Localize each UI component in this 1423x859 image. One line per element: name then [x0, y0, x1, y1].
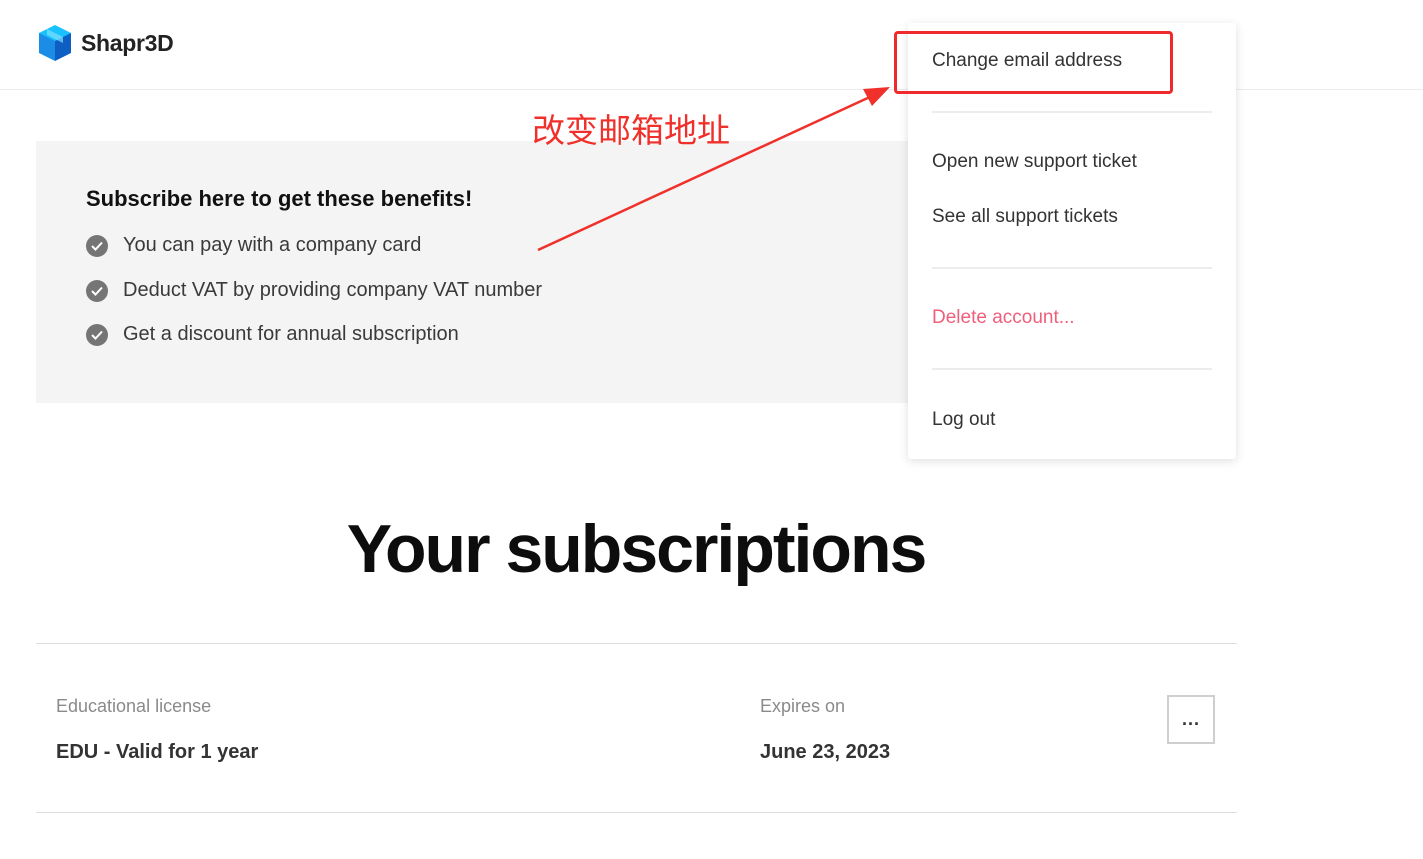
license-type-value: EDU - Valid for 1 year — [56, 741, 259, 763]
benefits-title: Subscribe here to get these benefits! — [86, 186, 473, 211]
expires-value: June 23, 2023 — [760, 741, 891, 763]
brand-name: Shapr3D — [81, 29, 174, 56]
check-circle-icon — [86, 234, 108, 257]
benefit-item: Get a discount for annual subscription — [86, 323, 459, 346]
license-type-label: Educational license — [56, 696, 212, 716]
divider — [36, 812, 1237, 813]
benefit-label: You can pay with a company card — [123, 234, 422, 256]
check-circle-icon — [86, 323, 108, 346]
shapr3d-logo-icon — [36, 24, 74, 62]
more-options-button[interactable]: ... — [1167, 695, 1215, 744]
expires-label: Expires on — [760, 696, 846, 716]
menu-item-see-support-tickets[interactable]: See all support tickets — [932, 206, 1118, 228]
brand-logo[interactable]: Shapr3D — [36, 24, 174, 62]
menu-divider — [932, 267, 1212, 269]
menu-item-delete-account[interactable]: Delete account... — [932, 307, 1075, 329]
page-title: Your subscriptions — [346, 511, 928, 587]
menu-item-log-out[interactable]: Log out — [932, 409, 995, 431]
menu-divider — [932, 368, 1212, 370]
account-dropdown-menu: Change email address Open new support ti… — [908, 23, 1236, 459]
benefits-panel: Subscribe here to get these benefits! Yo… — [36, 141, 908, 403]
benefit-label: Deduct VAT by providing company VAT numb… — [123, 279, 543, 301]
annotation-label: 改变邮箱地址 — [532, 111, 730, 150]
menu-item-open-support-ticket[interactable]: Open new support ticket — [932, 151, 1137, 173]
divider — [36, 643, 1237, 644]
benefit-item: Deduct VAT by providing company VAT numb… — [86, 279, 542, 302]
menu-divider — [932, 111, 1212, 113]
menu-item-change-email[interactable]: Change email address — [932, 50, 1122, 72]
check-circle-icon — [86, 279, 108, 302]
more-dots-icon: ... — [1181, 709, 1200, 729]
benefit-label: Get a discount for annual subscription — [123, 323, 459, 345]
benefit-item: You can pay with a company card — [86, 234, 421, 257]
